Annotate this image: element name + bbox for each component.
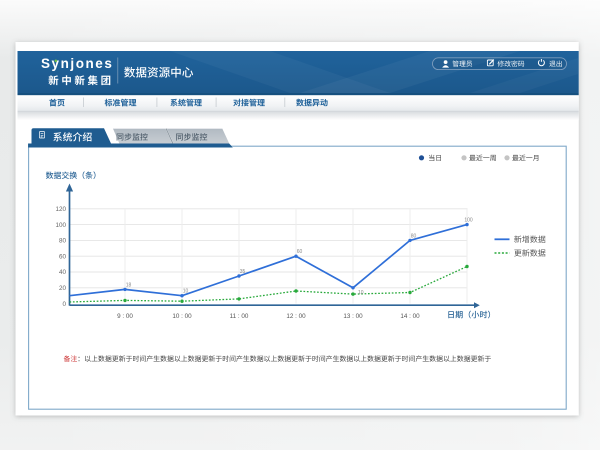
svg-text:100: 100: [55, 222, 66, 229]
svg-text:35: 35: [240, 269, 246, 275]
svg-text:10 : 00: 10 : 00: [172, 313, 192, 320]
svg-text:100: 100: [464, 218, 473, 224]
svg-text:18: 18: [126, 282, 132, 288]
svg-text:0: 0: [62, 301, 66, 308]
svg-text:9 : 00: 9 : 00: [117, 313, 133, 320]
svg-text:80: 80: [411, 233, 417, 239]
svg-text:12 : 00: 12 : 00: [286, 313, 306, 320]
svg-text:120: 120: [55, 206, 66, 213]
svg-text:80: 80: [59, 238, 67, 245]
svg-text:20: 20: [59, 285, 67, 292]
svg-text:60: 60: [297, 249, 303, 255]
svg-text:13 : 00: 13 : 00: [343, 313, 363, 320]
svg-text:11 : 00: 11 : 00: [230, 313, 249, 320]
svg-text:60: 60: [59, 253, 67, 260]
svg-text:Synjones: Synjones: [41, 56, 113, 71]
svg-text:10: 10: [183, 289, 189, 295]
svg-text:14 : 00: 14 : 00: [400, 313, 420, 320]
svg-text:10: 10: [358, 290, 364, 296]
svg-text:40: 40: [59, 269, 67, 276]
